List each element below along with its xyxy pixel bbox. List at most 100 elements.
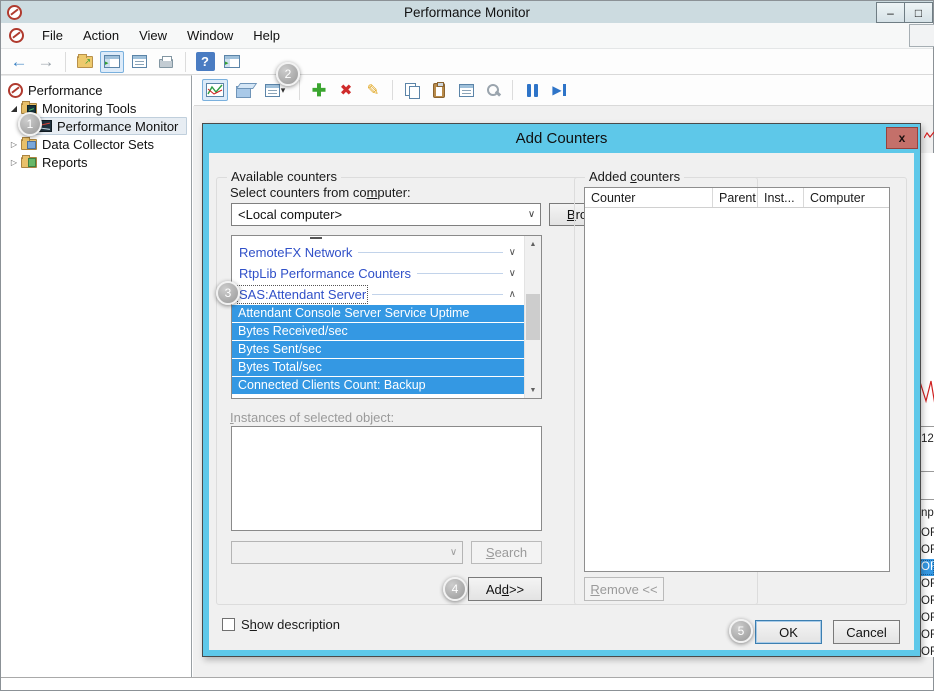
help-button[interactable]: ? — [193, 51, 217, 73]
counter-item-selected[interactable]: Connected Clients Count: Backup — [232, 377, 524, 395]
counter-list-partial-row — [232, 236, 524, 242]
step-annotation-5: 5 — [729, 619, 753, 643]
console-tree-icon: ▸ — [104, 55, 120, 68]
counter-item-selected[interactable]: Bytes Total/sec — [232, 359, 524, 377]
add-icon: ✚ — [312, 82, 326, 99]
properties-toolbar-button[interactable] — [127, 51, 151, 73]
delete-counter-button[interactable]: ✖ — [334, 79, 358, 101]
cancel-button[interactable]: Cancel — [833, 620, 900, 644]
tree-item-performance[interactable]: Performance — [1, 81, 191, 99]
instances-listbox[interactable] — [231, 426, 542, 531]
freeze-display-button[interactable] — [520, 79, 544, 101]
menu-window[interactable]: Window — [177, 23, 243, 48]
show-description-label: Show description — [241, 617, 340, 632]
dropdown-caret-icon[interactable]: ▾ — [281, 85, 286, 96]
properties-icon — [459, 84, 474, 97]
counter-list-scrollbar[interactable]: ▲ ▼ — [524, 236, 541, 398]
performance-monitor-window: Performance Monitor – □ File Action View… — [0, 0, 934, 691]
added-counters-legend: Added counters — [585, 169, 684, 184]
dialog-close-button[interactable]: x — [886, 127, 918, 149]
step-forward-icon: ▶ — [552, 84, 565, 96]
tree-item-data-collector-sets[interactable]: ▷ Data Collector Sets — [1, 135, 191, 153]
column-computer[interactable]: Computer — [804, 188, 889, 207]
properties-button[interactable] — [454, 79, 478, 101]
chevron-down-icon[interactable]: ∨ — [509, 247, 516, 258]
counter-group-remotefx[interactable]: RemoteFX Network ∨ — [232, 242, 524, 263]
tree-selection: Performance Monitor — [31, 117, 187, 135]
chevron-down-icon[interactable]: ∨ — [523, 209, 540, 220]
paste-counter-list-button[interactable] — [427, 79, 451, 101]
available-counters-legend: Available counters — [227, 169, 341, 184]
counter-list[interactable]: RemoteFX Network ∨ RtpLib Performance Co… — [231, 235, 542, 399]
tree-item-reports[interactable]: ▷ Reports — [1, 153, 191, 171]
status-strip — [1, 677, 933, 690]
maximize-button[interactable]: □ — [904, 2, 933, 23]
legend-header-fragment: np — [921, 507, 934, 519]
counter-group-sas-attendant-server[interactable]: SAS:Attendant Server ∧ — [232, 284, 524, 305]
minimize-button[interactable]: – — [876, 2, 905, 23]
column-parent[interactable]: Parent — [713, 188, 758, 207]
back-button[interactable]: ← — [7, 51, 31, 73]
counter-item-selected[interactable]: Bytes Received/sec — [232, 323, 524, 341]
step-annotation-2: 2 — [276, 62, 300, 86]
menu-help[interactable]: Help — [243, 23, 290, 48]
view-histogram-button[interactable] — [231, 79, 255, 101]
computer-combobox-value: <Local computer> — [238, 207, 342, 222]
add-button[interactable]: Add >> — [468, 577, 542, 601]
new-window-icon: ▸ — [224, 55, 240, 68]
graph-pen-fragment — [924, 127, 934, 136]
child-window-controls[interactable] — [909, 24, 934, 47]
counter-group-rtplib[interactable]: RtpLib Performance Counters ∨ — [232, 263, 524, 284]
expander-expanded-icon[interactable]: ◢ — [8, 104, 20, 113]
export-button[interactable]: ↗ — [73, 51, 97, 73]
expander-collapsed-icon[interactable]: ▷ — [8, 140, 20, 149]
zoom-button[interactable] — [481, 79, 505, 101]
show-description-checkbox[interactable] — [222, 618, 235, 631]
added-counters-header: Counter Parent Inst... Computer — [585, 188, 889, 208]
menu-file[interactable]: File — [32, 23, 73, 48]
delete-icon: ✖ — [340, 83, 353, 98]
help-icon: ? — [196, 52, 215, 71]
reports-folder-icon — [21, 157, 37, 168]
menu-view[interactable]: View — [129, 23, 177, 48]
search-button: Search — [471, 541, 542, 564]
show-description-row[interactable]: Show description — [222, 617, 340, 632]
computer-combobox[interactable]: <Local computer> ∨ — [231, 203, 541, 226]
export-folder-icon: ↗ — [77, 56, 93, 68]
pause-icon — [527, 84, 538, 97]
scrollbar-thumb[interactable] — [526, 294, 540, 340]
added-counters-table[interactable]: Counter Parent Inst... Computer — [584, 187, 890, 572]
toolbar-separator — [512, 80, 513, 100]
view-current-activity-button[interactable] — [202, 79, 228, 101]
add-counters-dialog: Add Counters x Available counters Select… — [202, 123, 921, 657]
update-data-button[interactable]: ▶ — [547, 79, 571, 101]
paste-icon — [433, 83, 445, 98]
counter-item-selected[interactable]: Bytes Sent/sec — [232, 341, 524, 359]
counter-item-selected[interactable]: Attendant Console Server Service Uptime — [232, 305, 524, 323]
line-chart-icon — [206, 83, 224, 97]
toolbar-separator — [65, 52, 66, 72]
scroll-up-icon[interactable]: ▲ — [525, 236, 541, 252]
show-hide-console-tree-button[interactable]: ▸ — [100, 51, 124, 73]
ok-button[interactable]: OK — [755, 620, 822, 644]
print-button[interactable] — [154, 51, 178, 73]
forward-button[interactable]: → — [34, 51, 58, 73]
chevron-down-icon[interactable]: ∨ — [509, 268, 516, 279]
highlight-pen-icon: ✎ — [367, 83, 380, 98]
system-menu-icon[interactable] — [9, 28, 24, 43]
expander-collapsed-icon[interactable]: ▷ — [8, 158, 20, 167]
highlight-button[interactable]: ✎ — [361, 79, 385, 101]
remove-button: Remove << — [584, 577, 664, 601]
copy-properties-button[interactable] — [400, 79, 424, 101]
chevron-up-icon[interactable]: ∧ — [509, 289, 516, 300]
new-window-button[interactable]: ▸ — [220, 51, 244, 73]
scroll-down-icon[interactable]: ▼ — [525, 382, 541, 398]
menu-bar: File Action View Window Help — [1, 23, 933, 49]
column-counter[interactable]: Counter — [585, 188, 713, 207]
add-counter-button[interactable]: ✚ — [307, 79, 331, 101]
column-instance[interactable]: Inst... — [758, 188, 804, 207]
dialog-title-bar[interactable]: Add Counters x — [203, 124, 920, 153]
print-icon — [159, 59, 173, 68]
toolbar-separator — [299, 80, 300, 100]
menu-action[interactable]: Action — [73, 23, 129, 48]
